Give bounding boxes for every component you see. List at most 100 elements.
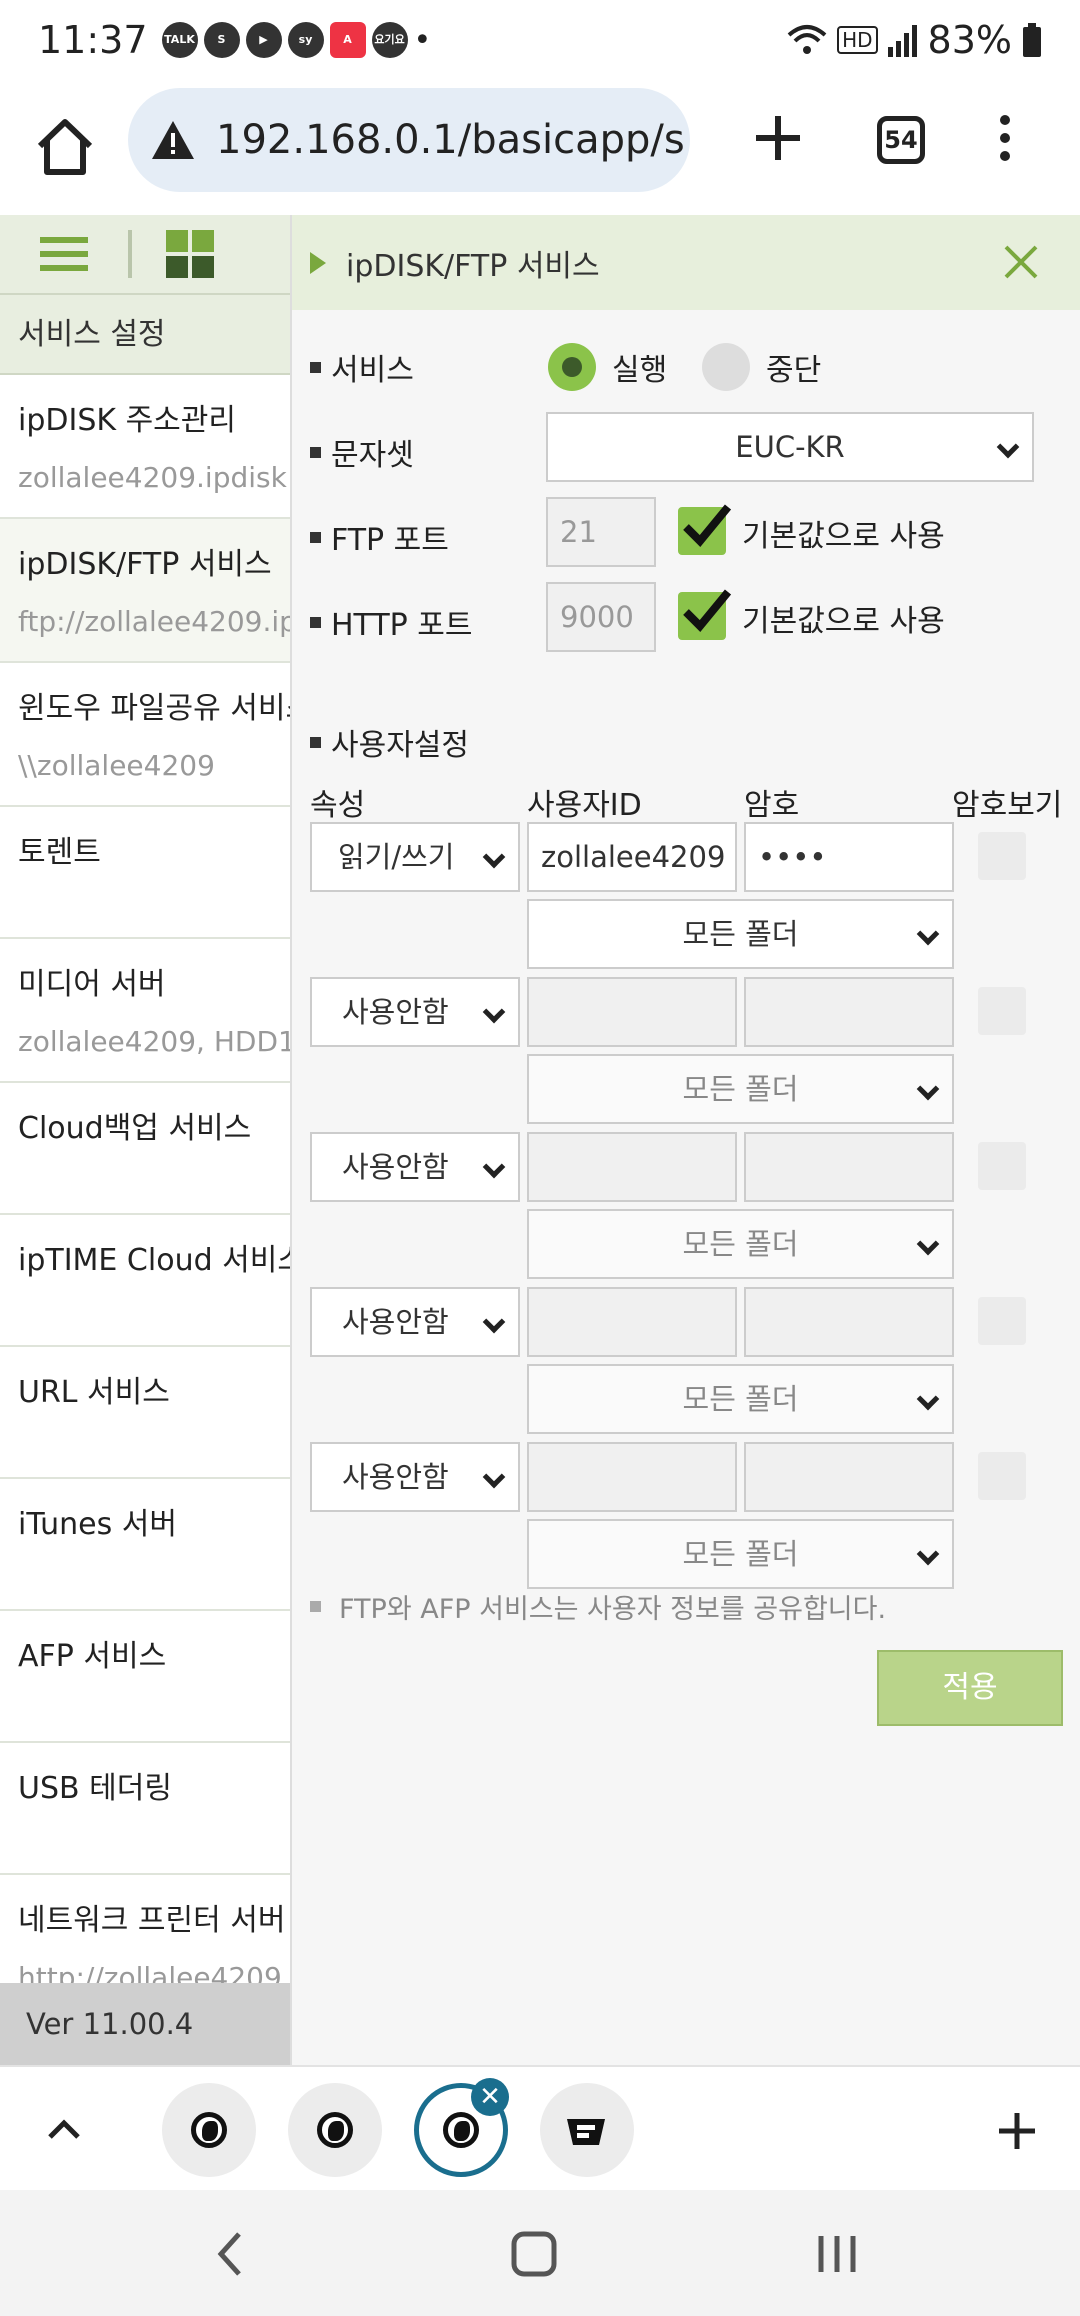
- user-3-password-input[interactable]: [744, 1132, 954, 1202]
- sidebar-item-torrent[interactable]: 토렌트: [0, 807, 290, 939]
- address-bar[interactable]: 192.168.0.1/basicapp/s: [128, 88, 690, 192]
- http-default-checkbox[interactable]: [678, 589, 732, 640]
- user-3-folder-select[interactable]: 모든 폴더: [527, 1209, 954, 1279]
- sidebar-item-itunes[interactable]: iTunes 서버: [0, 1479, 290, 1611]
- user-3-show-password-checkbox[interactable]: [978, 1142, 1026, 1190]
- tab-thumbnail[interactable]: [288, 2083, 382, 2177]
- chat-icon: S: [203, 22, 240, 58]
- user-3-id-input[interactable]: [527, 1132, 737, 1202]
- aliexpress-icon: A: [329, 22, 366, 58]
- panel-header: ipDISK/FTP 서비스: [292, 215, 1080, 310]
- tab-count-button[interactable]: 54: [877, 116, 925, 164]
- warning-icon[interactable]: [150, 119, 196, 161]
- user-1-folder-select[interactable]: 모든 폴더: [527, 899, 954, 969]
- chevron-down-icon: [916, 922, 940, 946]
- charset-select[interactable]: EUC-KR: [546, 412, 1034, 482]
- chevron-up-icon[interactable]: [44, 2113, 84, 2143]
- firmware-version: Ver 11.00.4: [0, 1983, 290, 2065]
- service-row: 서비스: [310, 345, 414, 389]
- user-2-id-input[interactable]: [527, 977, 737, 1047]
- close-tab-icon[interactable]: ✕: [471, 2078, 509, 2116]
- recent-apps-icon[interactable]: [815, 2230, 859, 2278]
- sidebar-item-afp[interactable]: AFP 서비스: [0, 1611, 290, 1743]
- user-1-attr-select[interactable]: 읽기/쓰기: [310, 822, 520, 892]
- chevron-down-icon: [996, 435, 1020, 459]
- sidebar-item-usb-tethering[interactable]: USB 테더링: [0, 1743, 290, 1875]
- service-stop-option[interactable]: 중단: [702, 343, 821, 391]
- radio-stop[interactable]: [702, 343, 750, 391]
- user-1-show-password-checkbox[interactable]: [978, 832, 1026, 880]
- service-run-option[interactable]: 실행: [548, 343, 667, 391]
- charset-label: 문자셋: [331, 438, 414, 473]
- user-4-show-password-checkbox[interactable]: [978, 1297, 1026, 1345]
- status-time: 11:37: [38, 18, 148, 62]
- sidebar-item-ipdisk-address[interactable]: ipDISK 주소관리 zollalee4209.ipdisk: [0, 375, 290, 519]
- sidebar-item-sub: \\zollalee4209: [18, 749, 215, 782]
- user-1-id-input[interactable]: zollalee4209: [527, 822, 737, 892]
- ftp-port-row: FTP 포트: [310, 515, 449, 559]
- user-folder-value: 모든 폴더: [682, 1537, 799, 1571]
- chevron-down-icon: [482, 1000, 506, 1024]
- user-1-password-input[interactable]: ••••: [744, 822, 954, 892]
- user-4-id-input[interactable]: [527, 1287, 737, 1357]
- user-attr-value: 사용안함: [342, 995, 449, 1029]
- tab-thumbnail[interactable]: [540, 2083, 634, 2177]
- user-4-password-input[interactable]: [744, 1287, 954, 1357]
- user-5-attr-select[interactable]: 사용안함: [310, 1442, 520, 1512]
- home-nav-icon[interactable]: [510, 2230, 558, 2278]
- radio-run-label: 실행: [612, 353, 668, 388]
- sidebar-item-label: USB 테더링: [18, 1771, 172, 1806]
- user-2-attr-select[interactable]: 사용안함: [310, 977, 520, 1047]
- shared-info-note: FTP와 AFP 서비스는 사용자 정보를 공유합니다.: [310, 1587, 886, 1626]
- note-text: FTP와 AFP 서비스는 사용자 정보를 공유합니다.: [339, 1594, 887, 1625]
- more-menu-icon[interactable]: [990, 110, 1020, 170]
- sidebar-item-ipdisk-ftp[interactable]: ipDISK/FTP 서비스 ftp://zollalee4209.ip: [0, 519, 290, 663]
- user-attr-value: 사용안함: [342, 1305, 449, 1339]
- chevron-down-icon: [916, 1077, 940, 1101]
- user-4-folder-select[interactable]: 모든 폴더: [527, 1364, 954, 1434]
- ftp-default-checkbox[interactable]: [678, 504, 732, 555]
- col-password-header: 암호: [744, 788, 800, 823]
- user-folder-value: 모든 폴더: [682, 1227, 799, 1261]
- sidebar-section-title: 서비스 설정: [0, 295, 290, 375]
- ftp-port-input[interactable]: 21: [546, 497, 656, 567]
- home-icon[interactable]: [30, 112, 100, 182]
- chevron-down-icon: [482, 1155, 506, 1179]
- user-5-show-password-checkbox[interactable]: [978, 1452, 1026, 1500]
- hamburger-menu-icon[interactable]: [40, 229, 88, 279]
- sidebar-item-label: 윈도우 파일공유 서비스: [18, 691, 290, 726]
- close-icon[interactable]: [1002, 243, 1040, 281]
- signal-icon: [887, 25, 917, 57]
- sidebar-item-label: 토렌트: [18, 835, 101, 870]
- charset-value: EUC-KR: [735, 430, 845, 464]
- kakaotalk-icon: TALK: [161, 22, 198, 58]
- col-attr-header: 속성: [310, 788, 366, 823]
- tab-thumbnail[interactable]: [162, 2083, 256, 2177]
- http-port-input[interactable]: 9000: [546, 582, 656, 652]
- user-3-attr-select[interactable]: 사용안함: [310, 1132, 520, 1202]
- sidebar: 서비스 설정 ipDISK 주소관리 zollalee4209.ipdisk i…: [0, 215, 290, 2065]
- user-2-folder-select[interactable]: 모든 폴더: [527, 1054, 954, 1124]
- sidebar-item-media-server[interactable]: 미디어 서버 zollalee4209, HDD1: [0, 939, 290, 1083]
- sidebar-item-url-service[interactable]: URL 서비스: [0, 1347, 290, 1479]
- apply-button[interactable]: 적용: [877, 1650, 1063, 1726]
- user-5-id-input[interactable]: [527, 1442, 737, 1512]
- user-2-show-password-checkbox[interactable]: [978, 987, 1026, 1035]
- sidebar-item-windows-share[interactable]: 윈도우 파일공유 서비스 \\zollalee4209: [0, 663, 290, 807]
- user-4-attr-select[interactable]: 사용안함: [310, 1287, 520, 1357]
- tab-thumbnail-active[interactable]: ✕: [414, 2078, 509, 2177]
- radio-run[interactable]: [548, 343, 596, 391]
- add-tab-icon[interactable]: [995, 2109, 1039, 2153]
- url-text: 192.168.0.1/basicapp/s: [216, 117, 685, 163]
- user-5-folder-select[interactable]: 모든 폴더: [527, 1519, 954, 1589]
- ftp-port-label: FTP 포트: [331, 523, 449, 558]
- bullet: [310, 531, 321, 543]
- sidebar-item-cloud-backup[interactable]: Cloud백업 서비스: [0, 1083, 290, 1215]
- user-5-password-input[interactable]: [744, 1442, 954, 1512]
- new-tab-icon[interactable]: [748, 108, 808, 168]
- back-icon[interactable]: [215, 2230, 245, 2278]
- sidebar-item-iptime-cloud[interactable]: ipTIME Cloud 서비스: [0, 1215, 290, 1347]
- radio-stop-label: 중단: [766, 353, 822, 388]
- user-2-password-input[interactable]: [744, 977, 954, 1047]
- dashboard-grid-icon[interactable]: [166, 230, 214, 278]
